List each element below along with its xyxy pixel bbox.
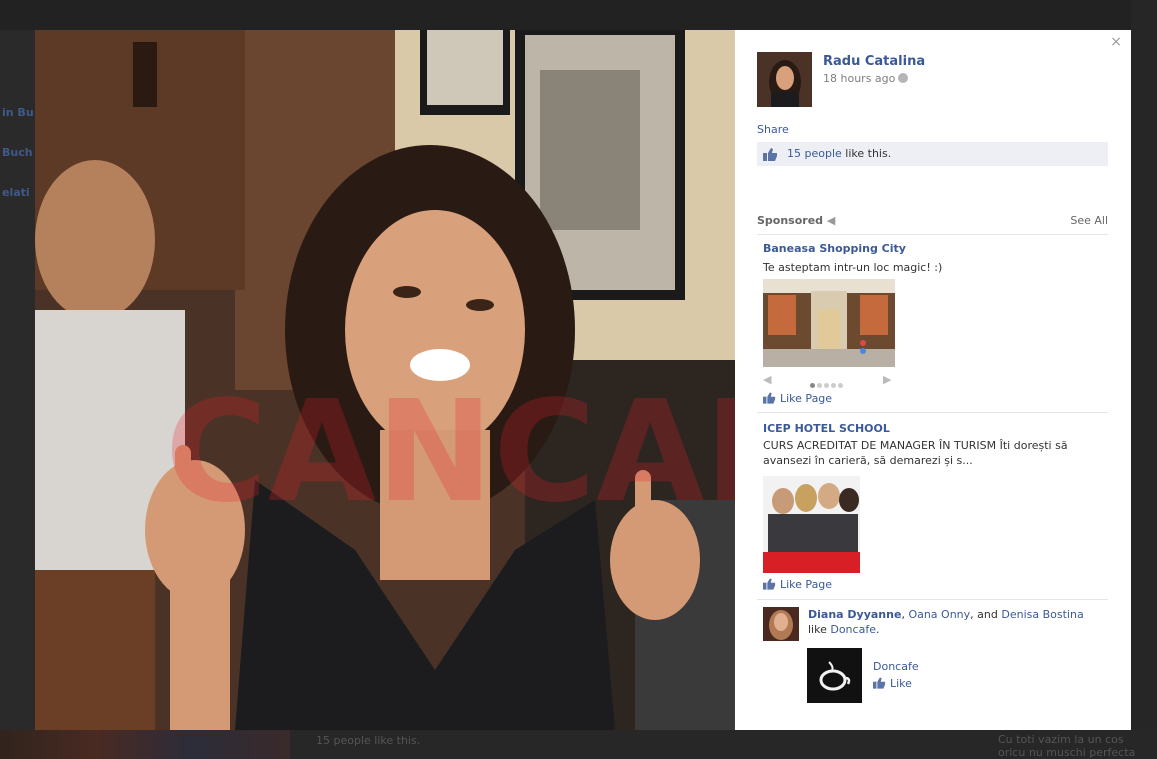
like-suffix: . <box>875 623 880 636</box>
carousel-dots <box>810 377 845 391</box>
carousel-dot[interactable] <box>817 383 822 388</box>
separator: , and <box>970 608 1002 621</box>
ad-image[interactable] <box>763 476 860 573</box>
photo-viewer: CANCAN × Radu Catalina 18 hours ago Shar… <box>35 30 1131 730</box>
friend-link[interactable]: Denisa Bostina <box>1001 608 1083 621</box>
ad-image[interactable] <box>763 279 895 367</box>
see-all-link[interactable]: See All <box>1070 214 1108 227</box>
background-right-column <box>1131 0 1157 759</box>
doncafe-page-name[interactable]: Doncafe <box>873 660 919 673</box>
friend-link[interactable]: Diana Dyyanne <box>808 608 901 621</box>
background-left-column: in Bu Buch elati <box>0 30 36 759</box>
share-link[interactable]: Share <box>757 123 789 136</box>
owner-avatar[interactable] <box>757 52 812 107</box>
divider <box>757 412 1108 413</box>
background-label: elati <box>2 186 30 199</box>
friend-avatar[interactable] <box>763 607 799 641</box>
post-time-label: 18 hours ago <box>823 72 896 85</box>
ad-title[interactable]: Baneasa Shopping City <box>763 242 906 255</box>
photo-image: CANCAN <box>35 30 735 730</box>
svg-text:CANCAN: CANCAN <box>165 371 735 534</box>
ad-text[interactable]: CURS ACREDITAT DE MANAGER ÎN TURISM Îti … <box>763 438 1093 468</box>
owner-name[interactable]: Radu Catalina <box>823 54 925 69</box>
like-page-button[interactable]: Like Page <box>763 392 832 405</box>
background-thumbnails <box>0 730 290 759</box>
like-page-label: Like Page <box>780 392 833 405</box>
sponsored-heading: Sponsored ◀ <box>757 214 835 227</box>
background-likes-text: 15 people like this. <box>316 734 421 747</box>
globe-icon <box>898 73 909 83</box>
background-label: in Bu <box>2 106 34 119</box>
background-post-text: Cu toti vazim la un cos oricu nu muschi … <box>998 733 1136 759</box>
sponsored-label: Sponsored <box>757 214 824 227</box>
carousel-dot[interactable] <box>831 383 836 388</box>
friend-link[interactable]: Oana Onny <box>908 608 970 621</box>
photo[interactable]: CANCAN <box>35 30 735 730</box>
carousel-dot[interactable] <box>824 383 829 388</box>
likes-bar: 15 people like this. <box>757 142 1108 166</box>
likes-count-link[interactable]: 15 people <box>787 147 842 160</box>
like-prefix: like <box>808 623 831 636</box>
doncafe-like-button[interactable]: Like <box>873 677 912 690</box>
page-link[interactable]: Doncafe <box>830 623 876 636</box>
ad-title[interactable]: ICEP HOTEL SCHOOL <box>763 422 890 435</box>
friends-like-text: Diana Dyyanne, Oana Onny, and Denisa Bos… <box>808 607 1108 637</box>
like-page-label: Like Page <box>780 578 833 591</box>
thumbs-up-icon <box>763 392 776 404</box>
divider <box>757 234 1108 235</box>
post-time[interactable]: 18 hours ago <box>823 72 909 85</box>
carousel-dot[interactable] <box>810 383 815 388</box>
background-label: Buch <box>2 146 33 159</box>
like-page-button[interactable]: Like Page <box>763 578 832 591</box>
thumbs-up-icon <box>763 578 776 590</box>
divider <box>757 599 1108 600</box>
photo-sidebar: × Radu Catalina 18 hours ago Share 15 pe… <box>735 30 1131 730</box>
doncafe-logo[interactable] <box>807 648 862 703</box>
carousel-prev-icon[interactable]: ◀ <box>763 373 771 386</box>
megaphone-icon: ◀ <box>826 214 836 227</box>
thumbs-up-icon <box>763 148 777 161</box>
ad-text[interactable]: Te asteptam intr-un loc magic! :) <box>763 260 1093 275</box>
carousel-next-icon[interactable]: ▶ <box>883 373 891 386</box>
thumbs-up-icon <box>873 677 886 689</box>
likes-suffix: like this. <box>841 147 892 160</box>
carousel-dot[interactable] <box>838 383 843 388</box>
close-icon[interactable]: × <box>1110 34 1122 50</box>
like-label: Like <box>890 677 912 690</box>
